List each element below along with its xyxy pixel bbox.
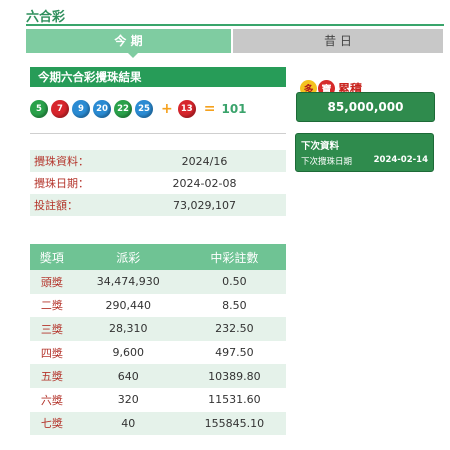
tab-past[interactable]: 昔 日: [233, 29, 443, 53]
prize-name: 六獎: [40, 393, 63, 407]
prize-name: 七獎: [30, 411, 74, 436]
table-row: 四獎 9,600 497.50: [30, 341, 286, 365]
prize-name: 頭獎: [30, 270, 74, 294]
next-draw-date: 2024-02-14: [373, 155, 428, 165]
next-draw-panel[interactable]: 下次資料 下次攪珠日期 2024-02-14: [295, 133, 434, 172]
result-heading: 今期六合彩攪珠結果: [30, 67, 286, 87]
prize-payout: 28,310: [73, 317, 183, 341]
info-row-draw-date: 攪珠日期： 2024-02-08: [30, 172, 286, 194]
jackpot-amount: 85,000,000: [296, 92, 435, 122]
next-draw-date-label: 下次攪珠日期: [301, 157, 353, 167]
ball-total: 101: [221, 102, 247, 116]
prize-name: 三獎: [30, 317, 74, 341]
table-row: 頭獎 34,474,930 0.50: [30, 270, 286, 294]
draw-info-table: 攪珠資料： 2024/16 攪珠日期： 2024-02-08 投註額： 73,0…: [30, 150, 286, 216]
next-draw-title: 下次資料: [301, 141, 340, 152]
info-row-draw-no: 攪珠資料： 2024/16: [30, 150, 286, 172]
ball-2: 7: [51, 100, 69, 118]
divider: [30, 133, 286, 134]
prize-payout: 290,440: [105, 298, 151, 312]
prize-name: 二獎: [40, 299, 63, 313]
next-draw-row: 下次攪珠日期 2024-02-14: [301, 155, 428, 167]
table-row: 五獎 640 10389.80: [30, 364, 286, 388]
prize-payout: 40: [73, 411, 183, 436]
prize-table: 獎項 派彩 中彩註數 頭獎 34,474,930 0.50 二獎 290,440…: [30, 244, 286, 436]
ball-4: 20: [93, 100, 111, 118]
table-row: 七獎 40 155845.10: [30, 411, 286, 436]
tab-bar: 今 期 昔 日: [26, 29, 443, 58]
prize-name: 四獎: [40, 346, 63, 360]
prize-payout: 640: [73, 364, 183, 388]
tab-current[interactable]: 今 期: [26, 29, 231, 58]
column-header: 中彩註數: [182, 244, 286, 270]
table-row: 六獎 320 11531.60: [30, 388, 286, 412]
prize-name: 五獎: [30, 364, 74, 388]
info-value: 2024-02-08: [172, 176, 237, 190]
equals-sign: =: [203, 101, 216, 117]
ball-6: 25: [135, 100, 153, 118]
prize-payout: 34,474,930: [73, 270, 183, 294]
prize-winners: 232.50: [182, 317, 286, 341]
prize-winners: 11531.60: [208, 393, 261, 407]
column-header: 獎項: [30, 244, 74, 270]
extra-ball: 13: [177, 100, 196, 118]
ball-1: 5: [30, 100, 48, 118]
table-row: 三獎 28,310 232.50: [30, 317, 286, 341]
header-divider: [26, 24, 444, 26]
draw-result-balls: 5 7 9 20 22 25 + 13 = 101: [30, 98, 247, 120]
info-label: 攪珠資料：: [30, 150, 123, 172]
page-title: 六合彩: [26, 10, 66, 25]
info-label: 投註額：: [30, 194, 123, 216]
prize-table-header: 獎項 派彩 中彩註數: [30, 244, 286, 270]
prize-winners: 8.50: [222, 298, 247, 312]
info-value: 2024/16: [123, 150, 286, 172]
ball-5: 22: [114, 100, 132, 118]
prize-winners: 155845.10: [182, 411, 286, 436]
info-value: 73,029,107: [123, 194, 286, 216]
column-header: 派彩: [73, 244, 183, 270]
ball-3: 9: [72, 100, 90, 118]
prize-winners: 497.50: [215, 346, 254, 360]
prize-winners: 0.50: [182, 270, 286, 294]
plus-sign: +: [161, 101, 173, 117]
info-label: 攪珠日期：: [34, 177, 89, 190]
prize-payout: 320: [117, 393, 139, 407]
info-row-turnover: 投註額： 73,029,107: [30, 194, 286, 216]
prize-winners: 10389.80: [182, 364, 286, 388]
table-row: 二獎 290,440 8.50: [30, 294, 286, 318]
prize-payout: 9,600: [112, 346, 144, 360]
